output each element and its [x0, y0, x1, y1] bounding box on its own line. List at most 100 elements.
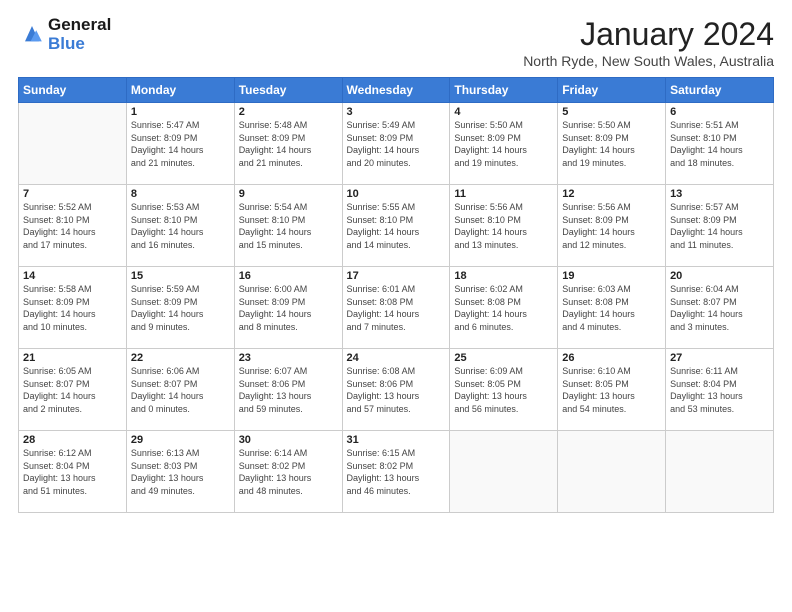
- day-info: Sunrise: 5:56 AM Sunset: 8:10 PM Dayligh…: [454, 201, 553, 251]
- day-info: Sunrise: 6:02 AM Sunset: 8:08 PM Dayligh…: [454, 283, 553, 333]
- day-info: Sunrise: 5:50 AM Sunset: 8:09 PM Dayligh…: [454, 119, 553, 169]
- day-info: Sunrise: 6:05 AM Sunset: 8:07 PM Dayligh…: [23, 365, 122, 415]
- day-info: Sunrise: 5:56 AM Sunset: 8:09 PM Dayligh…: [562, 201, 661, 251]
- day-number: 13: [670, 188, 769, 200]
- day-number: 17: [347, 270, 446, 282]
- day-cell: 6Sunrise: 5:51 AM Sunset: 8:10 PM Daylig…: [666, 103, 774, 185]
- header-cell-wednesday: Wednesday: [342, 78, 450, 103]
- logo-icon: [18, 19, 46, 47]
- day-number: 7: [23, 188, 122, 200]
- day-cell: 1Sunrise: 5:47 AM Sunset: 8:09 PM Daylig…: [126, 103, 234, 185]
- day-number: 21: [23, 352, 122, 364]
- day-cell: [666, 431, 774, 513]
- day-number: 3: [347, 106, 446, 118]
- day-number: 22: [131, 352, 230, 364]
- day-cell: 15Sunrise: 5:59 AM Sunset: 8:09 PM Dayli…: [126, 267, 234, 349]
- day-cell: [19, 103, 127, 185]
- week-row-3: 14Sunrise: 5:58 AM Sunset: 8:09 PM Dayli…: [19, 267, 774, 349]
- day-cell: 18Sunrise: 6:02 AM Sunset: 8:08 PM Dayli…: [450, 267, 558, 349]
- day-info: Sunrise: 6:10 AM Sunset: 8:05 PM Dayligh…: [562, 365, 661, 415]
- day-number: 6: [670, 106, 769, 118]
- day-cell: 3Sunrise: 5:49 AM Sunset: 8:09 PM Daylig…: [342, 103, 450, 185]
- day-number: 10: [347, 188, 446, 200]
- day-number: 16: [239, 270, 338, 282]
- day-cell: 21Sunrise: 6:05 AM Sunset: 8:07 PM Dayli…: [19, 349, 127, 431]
- day-cell: 29Sunrise: 6:13 AM Sunset: 8:03 PM Dayli…: [126, 431, 234, 513]
- day-info: Sunrise: 5:52 AM Sunset: 8:10 PM Dayligh…: [23, 201, 122, 251]
- day-info: Sunrise: 5:55 AM Sunset: 8:10 PM Dayligh…: [347, 201, 446, 251]
- day-number: 1: [131, 106, 230, 118]
- day-info: Sunrise: 6:00 AM Sunset: 8:09 PM Dayligh…: [239, 283, 338, 333]
- day-info: Sunrise: 5:48 AM Sunset: 8:09 PM Dayligh…: [239, 119, 338, 169]
- day-cell: 30Sunrise: 6:14 AM Sunset: 8:02 PM Dayli…: [234, 431, 342, 513]
- day-info: Sunrise: 6:09 AM Sunset: 8:05 PM Dayligh…: [454, 365, 553, 415]
- header-row: SundayMondayTuesdayWednesdayThursdayFrid…: [19, 78, 774, 103]
- day-number: 5: [562, 106, 661, 118]
- day-cell: 28Sunrise: 6:12 AM Sunset: 8:04 PM Dayli…: [19, 431, 127, 513]
- header-cell-tuesday: Tuesday: [234, 78, 342, 103]
- header-cell-thursday: Thursday: [450, 78, 558, 103]
- logo-general: General: [48, 16, 111, 35]
- day-info: Sunrise: 5:49 AM Sunset: 8:09 PM Dayligh…: [347, 119, 446, 169]
- day-number: 12: [562, 188, 661, 200]
- day-number: 14: [23, 270, 122, 282]
- day-info: Sunrise: 6:13 AM Sunset: 8:03 PM Dayligh…: [131, 447, 230, 497]
- calendar-header: SundayMondayTuesdayWednesdayThursdayFrid…: [19, 78, 774, 103]
- week-row-5: 28Sunrise: 6:12 AM Sunset: 8:04 PM Dayli…: [19, 431, 774, 513]
- day-info: Sunrise: 5:50 AM Sunset: 8:09 PM Dayligh…: [562, 119, 661, 169]
- logo-blue: Blue: [48, 35, 111, 54]
- day-info: Sunrise: 6:14 AM Sunset: 8:02 PM Dayligh…: [239, 447, 338, 497]
- day-cell: 8Sunrise: 5:53 AM Sunset: 8:10 PM Daylig…: [126, 185, 234, 267]
- day-info: Sunrise: 6:06 AM Sunset: 8:07 PM Dayligh…: [131, 365, 230, 415]
- day-cell: [558, 431, 666, 513]
- day-number: 20: [670, 270, 769, 282]
- logo: General Blue: [18, 16, 111, 53]
- day-cell: 24Sunrise: 6:08 AM Sunset: 8:06 PM Dayli…: [342, 349, 450, 431]
- day-info: Sunrise: 5:53 AM Sunset: 8:10 PM Dayligh…: [131, 201, 230, 251]
- day-info: Sunrise: 6:04 AM Sunset: 8:07 PM Dayligh…: [670, 283, 769, 333]
- day-cell: 25Sunrise: 6:09 AM Sunset: 8:05 PM Dayli…: [450, 349, 558, 431]
- day-info: Sunrise: 5:59 AM Sunset: 8:09 PM Dayligh…: [131, 283, 230, 333]
- day-number: 23: [239, 352, 338, 364]
- day-cell: 13Sunrise: 5:57 AM Sunset: 8:09 PM Dayli…: [666, 185, 774, 267]
- page: General Blue January 2024 North Ryde, Ne…: [0, 0, 792, 612]
- day-cell: 27Sunrise: 6:11 AM Sunset: 8:04 PM Dayli…: [666, 349, 774, 431]
- day-info: Sunrise: 6:07 AM Sunset: 8:06 PM Dayligh…: [239, 365, 338, 415]
- day-cell: 17Sunrise: 6:01 AM Sunset: 8:08 PM Dayli…: [342, 267, 450, 349]
- day-number: 8: [131, 188, 230, 200]
- day-cell: 7Sunrise: 5:52 AM Sunset: 8:10 PM Daylig…: [19, 185, 127, 267]
- day-info: Sunrise: 6:12 AM Sunset: 8:04 PM Dayligh…: [23, 447, 122, 497]
- day-cell: 23Sunrise: 6:07 AM Sunset: 8:06 PM Dayli…: [234, 349, 342, 431]
- day-number: 28: [23, 434, 122, 446]
- week-row-4: 21Sunrise: 6:05 AM Sunset: 8:07 PM Dayli…: [19, 349, 774, 431]
- header: General Blue January 2024 North Ryde, Ne…: [18, 16, 774, 69]
- day-number: 2: [239, 106, 338, 118]
- day-number: 30: [239, 434, 338, 446]
- day-number: 25: [454, 352, 553, 364]
- day-info: Sunrise: 5:54 AM Sunset: 8:10 PM Dayligh…: [239, 201, 338, 251]
- day-number: 18: [454, 270, 553, 282]
- day-info: Sunrise: 5:47 AM Sunset: 8:09 PM Dayligh…: [131, 119, 230, 169]
- day-number: 9: [239, 188, 338, 200]
- day-cell: 10Sunrise: 5:55 AM Sunset: 8:10 PM Dayli…: [342, 185, 450, 267]
- day-cell: 4Sunrise: 5:50 AM Sunset: 8:09 PM Daylig…: [450, 103, 558, 185]
- day-cell: 22Sunrise: 6:06 AM Sunset: 8:07 PM Dayli…: [126, 349, 234, 431]
- day-number: 15: [131, 270, 230, 282]
- header-cell-friday: Friday: [558, 78, 666, 103]
- day-info: Sunrise: 5:58 AM Sunset: 8:09 PM Dayligh…: [23, 283, 122, 333]
- day-number: 24: [347, 352, 446, 364]
- day-info: Sunrise: 5:57 AM Sunset: 8:09 PM Dayligh…: [670, 201, 769, 251]
- day-number: 19: [562, 270, 661, 282]
- week-row-2: 7Sunrise: 5:52 AM Sunset: 8:10 PM Daylig…: [19, 185, 774, 267]
- day-cell: 2Sunrise: 5:48 AM Sunset: 8:09 PM Daylig…: [234, 103, 342, 185]
- day-cell: 14Sunrise: 5:58 AM Sunset: 8:09 PM Dayli…: [19, 267, 127, 349]
- day-info: Sunrise: 5:51 AM Sunset: 8:10 PM Dayligh…: [670, 119, 769, 169]
- day-cell: 20Sunrise: 6:04 AM Sunset: 8:07 PM Dayli…: [666, 267, 774, 349]
- day-info: Sunrise: 6:08 AM Sunset: 8:06 PM Dayligh…: [347, 365, 446, 415]
- header-cell-monday: Monday: [126, 78, 234, 103]
- day-info: Sunrise: 6:15 AM Sunset: 8:02 PM Dayligh…: [347, 447, 446, 497]
- day-info: Sunrise: 6:11 AM Sunset: 8:04 PM Dayligh…: [670, 365, 769, 415]
- month-title: January 2024: [523, 16, 774, 53]
- day-cell: 19Sunrise: 6:03 AM Sunset: 8:08 PM Dayli…: [558, 267, 666, 349]
- header-cell-saturday: Saturday: [666, 78, 774, 103]
